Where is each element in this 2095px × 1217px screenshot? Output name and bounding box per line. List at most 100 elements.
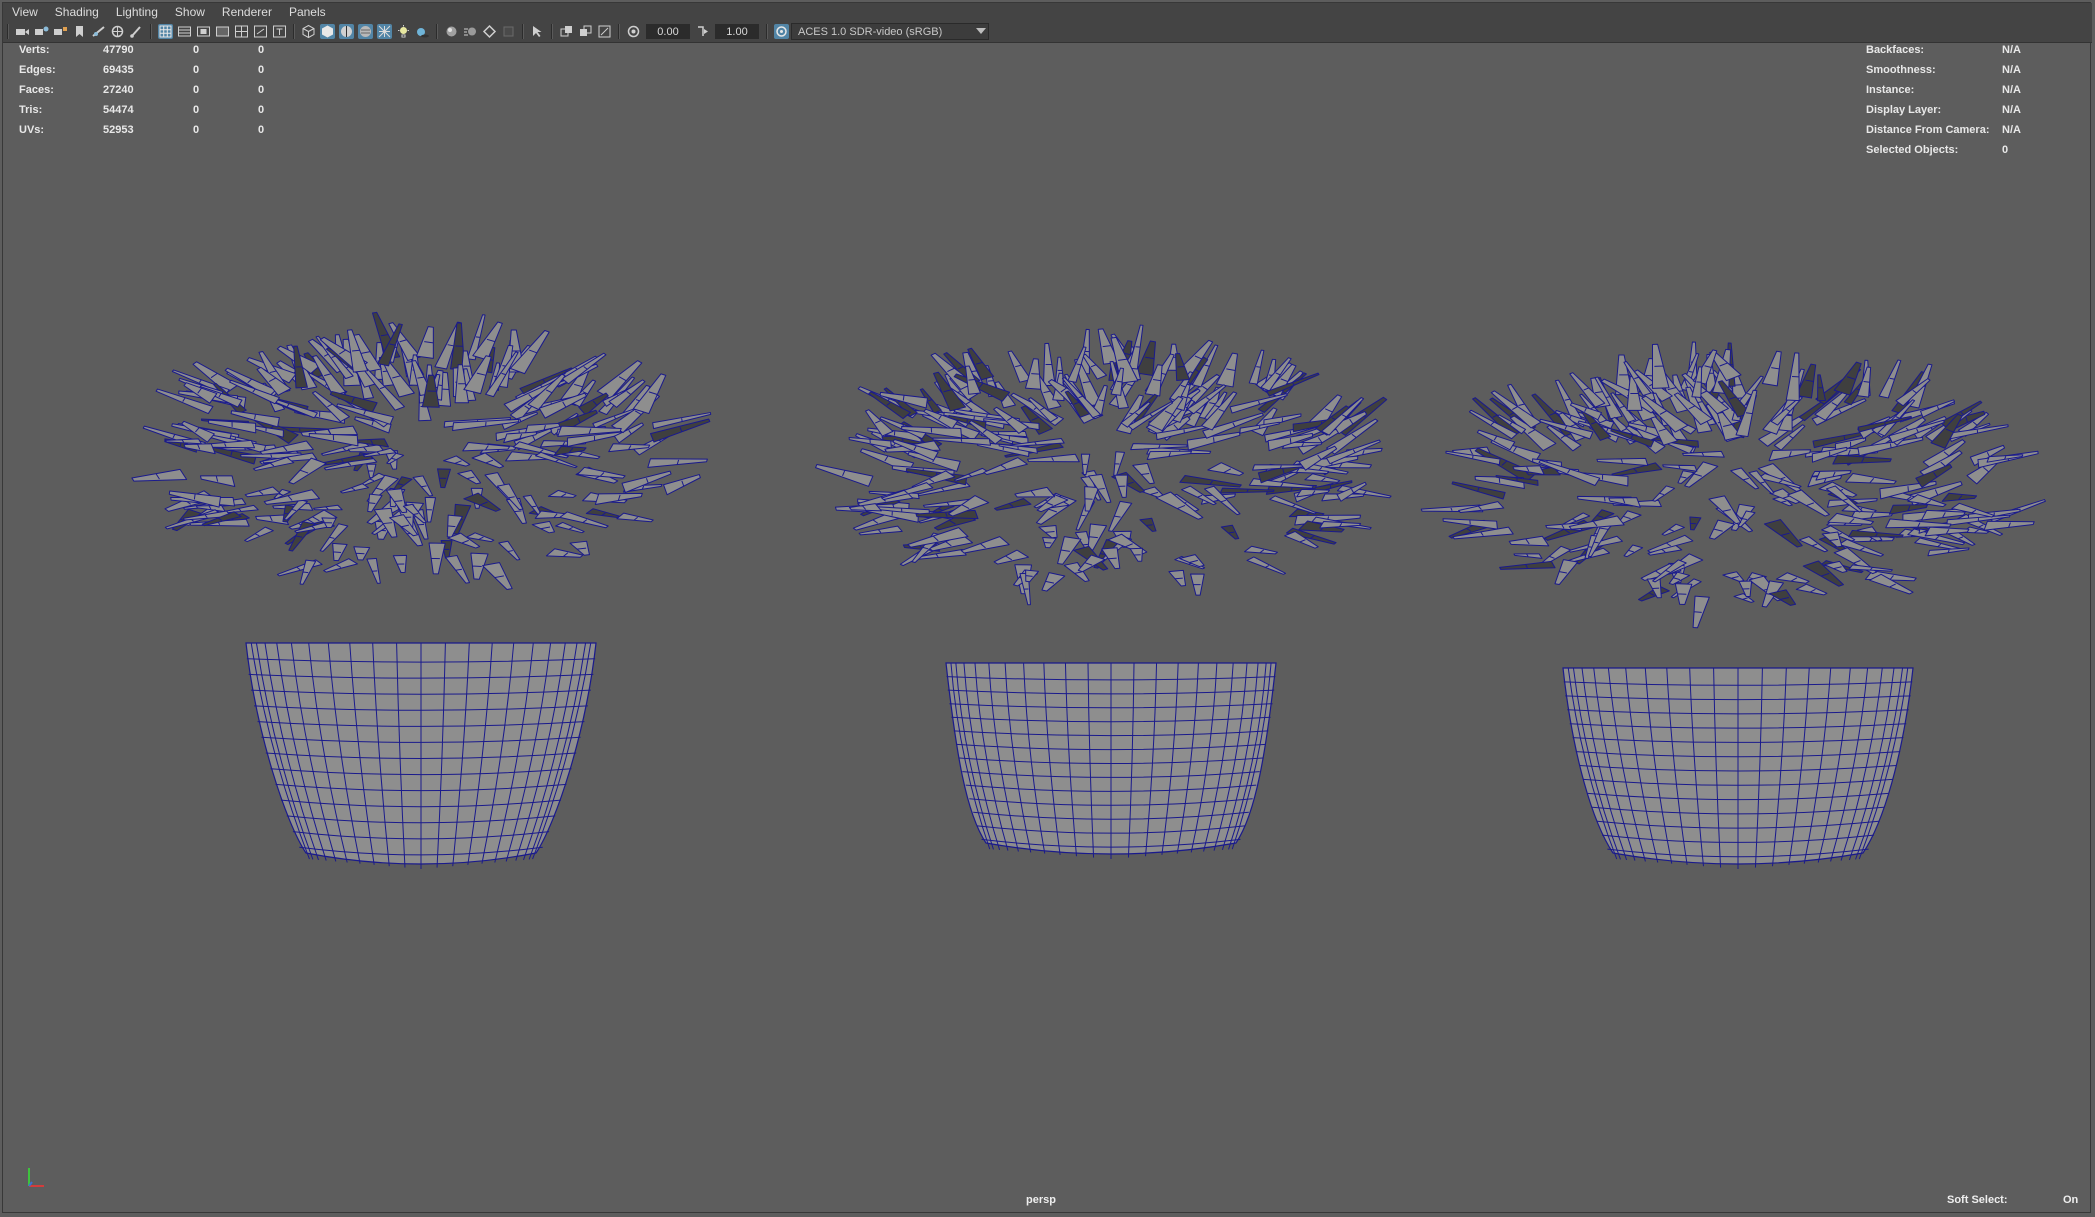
two-sided-lighting-icon[interactable] — [559, 24, 574, 39]
leaf-polygon — [547, 489, 577, 498]
plant-pot-model[interactable] — [1420, 341, 2046, 869]
safe-title-icon[interactable] — [272, 24, 287, 39]
menu-panels[interactable]: Panels — [280, 3, 334, 21]
leaf-polygon — [1042, 536, 1057, 549]
exposure-icon[interactable] — [626, 24, 641, 39]
wireframe-on-shaded-icon[interactable] — [339, 24, 354, 39]
leaf-polygon — [1190, 573, 1205, 596]
leaf-polygon — [1038, 525, 1058, 539]
soft-select-value: On — [2063, 1194, 2079, 1206]
leaf-polygon — [815, 464, 874, 487]
color-management-dropdown[interactable]: ACES 1.0 SDR-video (sRGB) — [791, 23, 989, 40]
leaf-polygon — [531, 520, 555, 534]
color-management-icon[interactable] — [774, 24, 789, 39]
camera-sequencer-icon[interactable] — [53, 24, 68, 39]
leaf-polygon — [1785, 352, 1800, 402]
leaf-polygon — [663, 474, 701, 496]
leaf-polygon — [1113, 451, 1126, 477]
leaf-polygon — [462, 441, 511, 452]
leaf-polygon — [313, 504, 343, 511]
leaf-polygon — [1763, 519, 1803, 548]
leaf-polygon — [436, 468, 451, 489]
leaf-polygon — [1246, 556, 1287, 575]
leaf-polygon — [1661, 523, 1685, 536]
leaf-polygon — [621, 470, 672, 493]
leaf-polygon — [444, 555, 470, 584]
bookmark-icon[interactable] — [72, 24, 87, 39]
toolbar-separator — [7, 24, 9, 39]
leaf-polygon — [222, 504, 259, 514]
leaf-polygon — [1927, 547, 1970, 557]
menu-lighting[interactable]: Lighting — [107, 3, 166, 21]
textured-icon[interactable] — [358, 24, 373, 39]
wireframe-icon[interactable] — [301, 24, 316, 39]
depth-of-field-icon[interactable] — [501, 24, 516, 39]
leaf-polygon — [1652, 485, 1676, 502]
anti-aliasing-icon[interactable] — [482, 24, 497, 39]
leaf-polygon — [415, 326, 434, 359]
snap-icon[interactable] — [110, 24, 125, 39]
motion-blur-icon[interactable] — [463, 24, 478, 39]
leaf-polygon — [1026, 453, 1080, 463]
brush-icon[interactable] — [129, 24, 144, 39]
leaf-polygon — [993, 549, 1029, 565]
isolate-select-icon[interactable] — [530, 24, 545, 39]
chevron-down-icon — [976, 28, 986, 34]
gamma-field[interactable]: 1.00 — [715, 24, 759, 39]
leaf-polygon — [244, 526, 274, 543]
leaf-polygon — [647, 458, 708, 468]
leaf-polygon — [392, 554, 407, 573]
hud-toggle-icon[interactable] — [597, 24, 612, 39]
panel-menubar: View Shading Lighting Show Renderer Pane… — [3, 3, 2092, 21]
leaf-polygon — [332, 542, 348, 562]
smooth-shade-icon[interactable] — [320, 24, 335, 39]
leaf-polygon — [457, 469, 482, 485]
leaf-polygon — [1168, 569, 1187, 587]
leaf-polygon — [1244, 545, 1278, 555]
backface-culling-icon[interactable] — [578, 24, 593, 39]
leaf-polygon — [1689, 516, 1702, 531]
camera-icon[interactable] — [15, 24, 30, 39]
leaf-polygon — [1014, 486, 1056, 498]
shadows-icon[interactable] — [415, 24, 430, 39]
film-gate-icon[interactable] — [177, 24, 192, 39]
leaf-polygon — [1207, 462, 1245, 476]
viewport-3d[interactable] — [3, 43, 2092, 1212]
grid-icon[interactable] — [158, 24, 173, 39]
xray-icon[interactable] — [377, 24, 392, 39]
leaf-polygon — [428, 542, 446, 575]
lighting-icon[interactable] — [396, 24, 411, 39]
leaf-polygon — [1768, 449, 1812, 462]
gamma-icon[interactable] — [695, 24, 710, 39]
leaf-polygon — [366, 557, 381, 584]
safe-action-icon[interactable] — [253, 24, 268, 39]
resolution-gate-icon[interactable] — [196, 24, 211, 39]
leaf-polygon — [471, 452, 505, 469]
toolbar-separator — [150, 24, 152, 39]
leaf-polygon — [1108, 500, 1133, 532]
ambient-occlusion-icon[interactable] — [444, 24, 459, 39]
leaf-polygon — [1924, 526, 1970, 537]
leaf-polygon — [1215, 352, 1238, 388]
camera-attributes-icon[interactable] — [34, 24, 49, 39]
exposure-field[interactable]: 0.00 — [646, 24, 690, 39]
leaf-polygon — [1269, 495, 1317, 515]
menu-show[interactable]: Show — [166, 3, 213, 21]
menu-view[interactable]: View — [3, 3, 46, 21]
menu-renderer[interactable]: Renderer — [213, 3, 280, 21]
plant-pot-model[interactable] — [131, 311, 712, 869]
leaf-polygon — [183, 443, 216, 455]
menu-shading[interactable]: Shading — [46, 3, 107, 21]
leaf-polygon — [199, 475, 236, 488]
leaf-polygon — [1692, 595, 1710, 629]
panel-toolbar: 0.00 1.00 ACES 1.0 SDR-video (sRGB) — [3, 21, 2092, 43]
leaf-polygon — [1229, 393, 1288, 414]
plant-pot-model[interactable] — [815, 324, 1392, 859]
leaf-polygon — [1708, 495, 1742, 525]
color-management-label: ACES 1.0 SDR-video (sRGB) — [798, 25, 943, 38]
field-chart-icon[interactable] — [234, 24, 249, 39]
gate-mask-icon[interactable] — [215, 24, 230, 39]
image-plane-icon[interactable] — [91, 24, 106, 39]
toolbar-separator — [522, 24, 524, 39]
leaf-polygon — [983, 457, 1028, 476]
